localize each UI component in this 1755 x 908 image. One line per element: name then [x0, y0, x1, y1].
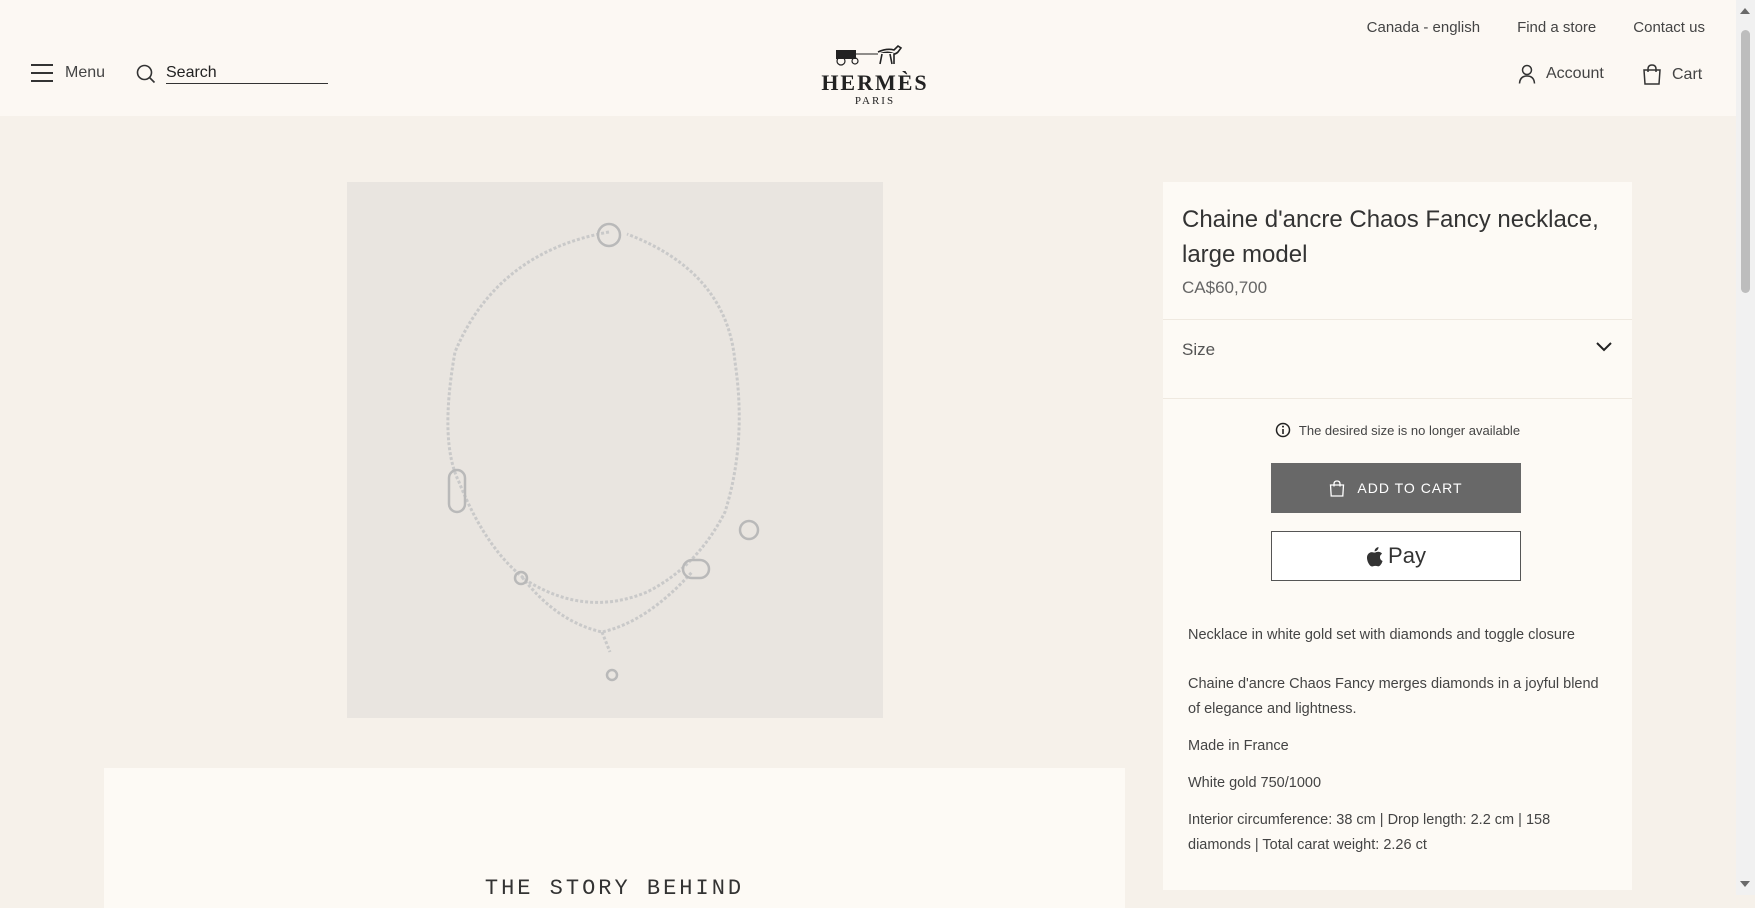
product-details: Necklace in white gold set with diamonds…	[1188, 623, 1608, 858]
account-button[interactable]: Account	[1518, 64, 1604, 84]
apple-logo-icon	[1367, 546, 1383, 567]
availability-notice: The desired size is no longer available	[1163, 422, 1632, 438]
cart-button[interactable]: Cart	[1642, 64, 1702, 85]
detail-story: Chaine d'ancre Chaos Fancy merges diamon…	[1188, 676, 1599, 717]
find-store-link[interactable]: Find a store	[1517, 19, 1596, 36]
menu-button[interactable]: Menu	[31, 64, 105, 82]
scroll-down-arrow-icon[interactable]	[1740, 881, 1750, 887]
account-label: Account	[1546, 65, 1604, 82]
search-icon	[136, 64, 156, 84]
detail-dimensions: Interior circumference: 38 cm | Drop len…	[1188, 812, 1551, 853]
detail-description: Necklace in white gold set with diamonds…	[1188, 627, 1575, 643]
add-to-cart-button[interactable]: ADD TO CART	[1271, 463, 1521, 513]
necklace-photo	[446, 222, 760, 682]
product-image[interactable]	[347, 182, 883, 718]
scroll-up-arrow-icon[interactable]	[1740, 8, 1750, 14]
notice-text: The desired size is no longer available	[1298, 422, 1521, 438]
size-label: Size	[1182, 340, 1216, 359]
menu-label: Menu	[65, 64, 106, 81]
product-info-card: Chaine d'ancre Chaos Fancy necklace, lar…	[1163, 182, 1632, 890]
locale-link[interactable]: Canada - english	[1367, 19, 1480, 36]
shopping-bag-icon	[1330, 479, 1345, 497]
contact-link[interactable]: Contact us	[1633, 19, 1705, 36]
shopping-bag-icon	[1643, 64, 1661, 85]
top-links: Canada - english Find a store Contact us	[1367, 19, 1705, 36]
detail-origin: Made in France	[1188, 738, 1289, 754]
product-title: Chaine d'ancre Chaos Fancy necklace, lar…	[1182, 206, 1599, 268]
scroll-thumb[interactable]	[1741, 30, 1750, 293]
apple-pay-button[interactable]: Pay	[1271, 531, 1521, 581]
detail-material: White gold 750/1000	[1188, 775, 1322, 791]
apple-pay-label: Pay	[1388, 543, 1426, 568]
user-icon	[1518, 64, 1536, 84]
site-header: Canada - english Find a store Contact us…	[0, 0, 1736, 116]
divider	[1163, 398, 1632, 399]
product-price: CA$60,700	[1182, 278, 1268, 297]
add-to-cart-label: ADD TO CART	[1357, 480, 1463, 496]
chevron-down-icon	[1596, 342, 1612, 352]
info-icon	[1275, 422, 1291, 438]
brand-name: HERMÈS	[821, 70, 929, 95]
hamburger-icon	[31, 64, 53, 82]
story-panel: THE STORY BEHIND	[104, 768, 1125, 908]
brand-logo[interactable]: HERMÈS PARIS	[815, 44, 935, 107]
brand-city: PARIS	[854, 95, 896, 107]
search-input[interactable]: Search	[166, 64, 328, 84]
search-bar[interactable]: Search	[136, 64, 328, 84]
page-scrollbar[interactable]	[1736, 0, 1755, 895]
story-title: THE STORY BEHIND	[484, 876, 745, 901]
cart-label: Cart	[1672, 65, 1703, 83]
carriage-logo-icon	[836, 44, 903, 66]
size-selector[interactable]: Size	[1163, 320, 1632, 378]
